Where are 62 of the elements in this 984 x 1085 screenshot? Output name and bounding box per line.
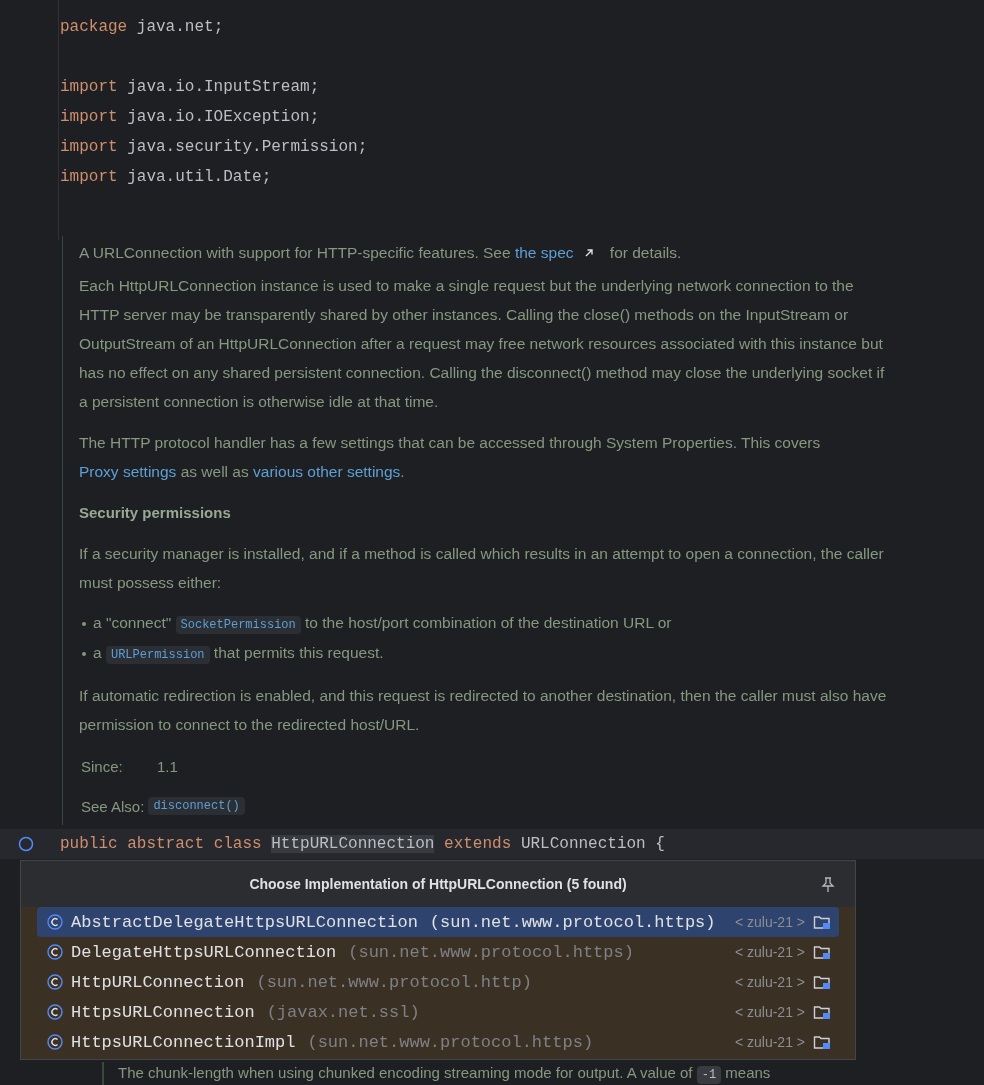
- package-name: (sun.net.www.protocol.https): [429, 912, 716, 932]
- implementation-item[interactable]: HttpsURLConnection (javax.net.ssl) < zulu-21 >: [37, 997, 839, 1027]
- folder-icon: [813, 1034, 831, 1050]
- implementation-item[interactable]: AbstractDelegateHttpsURLConnection (sun.net.www.protocol.https) < zulu-21 >: [37, 907, 839, 937]
- folder-icon: [813, 1004, 831, 1020]
- since-value: 1.1: [157, 757, 178, 775]
- code-reference[interactable]: SocketPermission: [175, 616, 301, 634]
- class-name: HttpsURLConnectionImpl: [71, 1032, 296, 1052]
- code-keyword: import: [60, 108, 118, 126]
- library-name: < zulu-21 >: [734, 914, 805, 930]
- code-keyword: public abstract class: [60, 835, 262, 853]
- bullet-text: a "connect" SocketPermission to the host/port combination of the destination URL or: [93, 613, 672, 636]
- library-name: < zulu-21 >: [734, 1004, 805, 1020]
- code-identifier: HttpURLConnection: [271, 835, 435, 853]
- doc-link[interactable]: Proxy settings: [79, 463, 177, 480]
- code-reference[interactable]: -1: [696, 1066, 722, 1084]
- package-name: (sun.net.www.protocol.https): [307, 1032, 594, 1052]
- doc-paragraph: If a security manager is installed, and if a method is called which results in an attempt to open a connection, the caller must possess either:: [79, 544, 885, 593]
- folder-icon: [813, 944, 831, 960]
- class-name: AbstractDelegateHttpsURLConnection: [71, 912, 418, 932]
- external-link-icon: [583, 248, 594, 258]
- library-name: < zulu-21 >: [734, 974, 805, 990]
- doc-link[interactable]: the spec: [514, 244, 606, 261]
- doc-paragraph: Each HttpURLConnection instance is used to make a single request but the underlying network connection to the HTTP server may be transparently shared by other instances. Calling the close() methods on the InputStream or OutputStream of an HttpURLConnection after a request may free network resources associated with this instance but has no effect on any shared persistent connection. Calling the disconnect() method may close the underlying socket if a persistent connection is otherwise idle at that time.: [79, 276, 886, 412]
- code-text: java.security.Permission;: [127, 138, 368, 156]
- code-text: java.net;: [136, 18, 224, 36]
- bullet-text: a URLPermission that permits this request.: [93, 643, 384, 666]
- code-text: URLConnection {: [520, 835, 665, 853]
- doc-paragraph: A URLConnection with support for HTTP-specific features. See the spec for details.: [79, 243, 683, 263]
- code-keyword: import: [60, 168, 118, 186]
- class-name: DelegateHttpsURLConnection: [71, 942, 337, 962]
- code-reference[interactable]: disconnect(): [148, 797, 245, 815]
- doc-paragraph: The chunk-length when using chunked encoding streaming mode for output. A value of -1 means: [118, 1063, 771, 1085]
- folder-icon: [813, 974, 831, 990]
- code-keyword: package: [60, 18, 128, 36]
- doc-heading: Security permissions: [79, 503, 232, 523]
- class-name: HttpsURLConnection: [71, 1002, 255, 1022]
- implementation-item[interactable]: DelegateHttpsURLConnection (sun.net.www.protocol.https) < zulu-21 >: [37, 937, 839, 967]
- package-name: (javax.net.ssl): [266, 1002, 420, 1022]
- package-name: (sun.net.www.protocol.https): [348, 942, 634, 962]
- code-keyword: extends: [444, 835, 512, 853]
- class-name: HttpURLConnection: [71, 972, 245, 992]
- since-label: Since:: [81, 757, 124, 775]
- code-text: java.util.Date;: [127, 168, 272, 186]
- code-reference[interactable]: URLPermission: [105, 646, 210, 664]
- see-also-label: See Also:: [81, 797, 145, 815]
- bullet-icon: [82, 622, 86, 626]
- popup-title: Choose Implementation of HttpURLConnection (5 found): [249, 876, 627, 892]
- doc-paragraph: If automatic redirection is enabled, and this request is redirected to another destination, then the caller must also have permission to connect to the redirected host/URL.: [79, 686, 888, 735]
- implementation-item[interactable]: HttpsURLConnectionImpl (sun.net.www.protocol.https) < zulu-21 >: [37, 1027, 839, 1057]
- code-text: java.io.InputStream;: [127, 78, 320, 96]
- implementation-item[interactable]: HttpURLConnection (sun.net.www.protocol.http) < zulu-21 >: [37, 967, 839, 997]
- doc-paragraph: The HTTP protocol handler has a few settings that can be accessed through System Properties. This covers Proxy settings as well as various other settings.: [79, 433, 822, 482]
- library-name: < zulu-21 >: [734, 944, 805, 960]
- code-keyword: import: [60, 138, 118, 156]
- package-name: (sun.net.www.protocol.http): [256, 972, 532, 992]
- code-text: java.io.IOException;: [127, 108, 320, 126]
- folder-icon: [813, 914, 831, 930]
- code-keyword: import: [60, 78, 118, 96]
- bullet-icon: [82, 652, 86, 656]
- pin-icon[interactable]: [821, 877, 835, 893]
- library-name: < zulu-21 >: [734, 1034, 805, 1050]
